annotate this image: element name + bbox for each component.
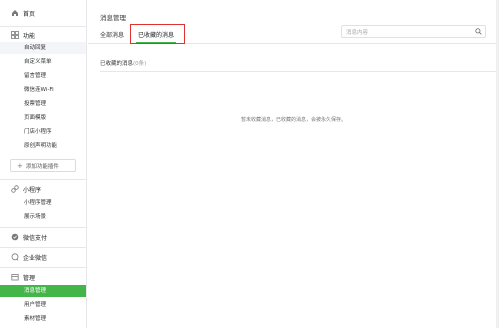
- sidebar-group-mini-program: 小程序: [11, 182, 41, 196]
- sidebar-divider: [0, 179, 86, 180]
- sidebar-item-message-manage[interactable]: 消息管理: [0, 285, 86, 297]
- pay-icon: [11, 233, 19, 241]
- sidebar-home-label: 首页: [23, 10, 36, 18]
- section-heading: 已收藏的消息(0条): [100, 59, 146, 67]
- sidebar-wechat-pay-label: 微信支付: [23, 234, 48, 242]
- sidebar-item-custom-menu[interactable]: 自定义菜单: [0, 56, 86, 68]
- search-input[interactable]: 消息内容: [346, 28, 473, 36]
- search-icon[interactable]: [473, 27, 483, 37]
- chat-icon: [11, 253, 19, 261]
- link-icon: [11, 185, 19, 193]
- grid-icon: [11, 31, 19, 39]
- sidebar-item-comments[interactable]: 留言管理: [0, 70, 86, 82]
- sidebar-item-store-mini-program[interactable]: 门店小程序: [0, 126, 86, 138]
- sidebar-divider: [0, 26, 86, 27]
- sidebar-item-user-manage[interactable]: 用户管理: [0, 299, 86, 311]
- home-icon: [11, 9, 19, 17]
- sidebar-item-auto-reply[interactable]: 自动回复: [0, 42, 86, 54]
- sidebar-group-mini-program-label: 小程序: [23, 186, 42, 194]
- sidebar-item-original-statement[interactable]: 原创声明功能: [0, 140, 86, 152]
- section-label: 已收藏的消息: [100, 61, 134, 67]
- sidebar-divider: [0, 267, 86, 268]
- sidebar-item-wifi[interactable]: 微信连Wi-Fi: [0, 84, 86, 96]
- sidebar-item-page-templates[interactable]: 页面模版: [0, 112, 86, 124]
- sidebar-group-manage-label: 管理: [23, 274, 36, 282]
- page-title: 消息管理: [100, 14, 126, 22]
- sidebar-wechat-pay[interactable]: 微信支付: [11, 230, 47, 244]
- add-plugin-label: 添加功能插件: [25, 163, 59, 170]
- section-count: (0条): [133, 61, 147, 67]
- sidebar: 首页 功能 自动回复 自定义菜单 留言管理 微信连Wi-Fi 投票管理 页面模版…: [0, 0, 87, 328]
- sidebar-group-features: 功能: [11, 28, 35, 42]
- sidebar-group-manage: 管理: [11, 270, 35, 284]
- section-divider: [100, 71, 499, 72]
- search-box[interactable]: 消息内容: [341, 25, 486, 38]
- sidebar-divider: [0, 247, 86, 248]
- sidebar-enterprise-label: 企业微信: [23, 254, 48, 262]
- sidebar-item-material-manage[interactable]: 素材管理: [0, 313, 86, 325]
- highlight-annotation: [130, 24, 185, 44]
- sidebar-item-votes[interactable]: 投票管理: [0, 98, 86, 110]
- sidebar-home[interactable]: 首页: [11, 6, 35, 20]
- sidebar-item-mini-program-manage[interactable]: 小程序管理: [0, 197, 86, 209]
- sidebar-item-display-scenes[interactable]: 展示场景: [0, 211, 86, 223]
- box-icon: [11, 273, 19, 281]
- main-panel: 消息管理 全部消息 已收藏的消息 消息内容 已收藏的消息(0条) 暂未收藏消息，…: [88, 0, 499, 328]
- sidebar-divider: [0, 227, 86, 228]
- add-plugin-button[interactable]: + 添加功能插件: [10, 159, 76, 172]
- plus-icon: +: [17, 161, 23, 170]
- tab-all-messages[interactable]: 全部消息: [100, 30, 124, 43]
- sidebar-enterprise[interactable]: 企业微信: [11, 250, 47, 264]
- empty-state-message: 暂未收藏消息，已收藏的消息，会被永久保存。: [240, 117, 346, 123]
- sidebar-group-features-label: 功能: [23, 32, 36, 40]
